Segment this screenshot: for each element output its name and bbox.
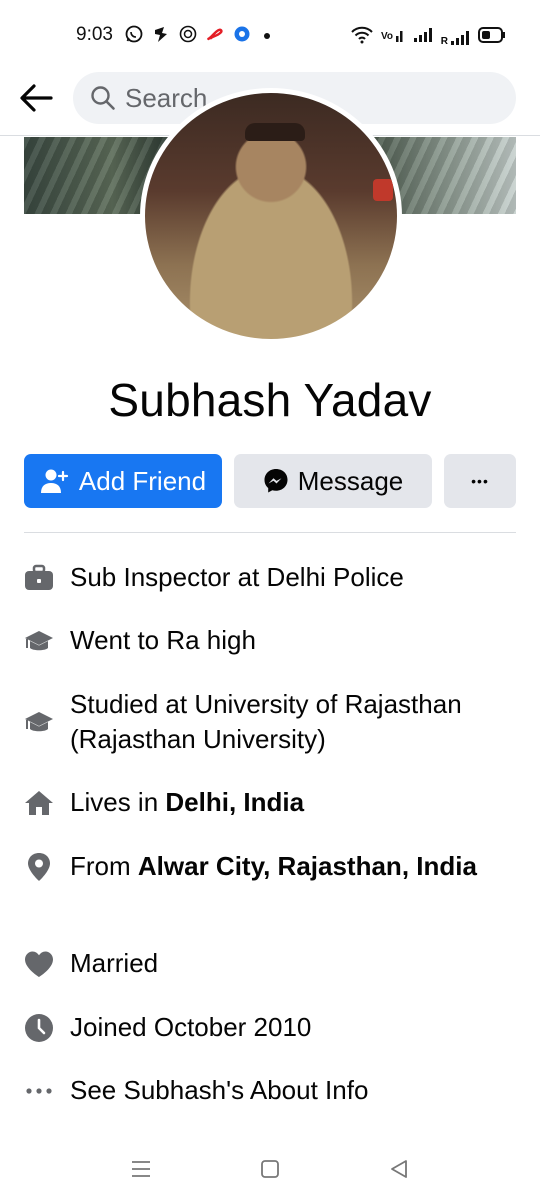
heart-icon: [24, 949, 54, 979]
message-button[interactable]: Message: [234, 454, 432, 508]
profile-picture[interactable]: [140, 88, 402, 344]
more-options-button[interactable]: •••: [444, 454, 516, 508]
info-high-school-text: Went to Ra high: [70, 625, 256, 655]
svg-text:Vo: Vo: [381, 31, 393, 42]
menu-lines-icon: [132, 1161, 150, 1177]
info-from-text: From Alwar City, Rajasthan, India: [70, 849, 480, 884]
system-back-button[interactable]: [384, 1154, 414, 1184]
info-lives-text: Lives in Delhi, India: [70, 785, 304, 820]
whatsapp-icon: [125, 25, 143, 43]
info-relationship: Married: [24, 946, 516, 981]
clock-icon: [24, 1013, 54, 1043]
more-notifications-dot: [264, 33, 270, 39]
see-about-info-text: See Subhash's About Info: [70, 1075, 369, 1105]
wifi-icon: [351, 26, 373, 49]
volte-signal-icon: Vo: [381, 26, 405, 49]
location-pin-icon: [24, 852, 54, 882]
back-button[interactable]: [16, 80, 56, 116]
status-bar: 9:03 Vo R: [0, 0, 540, 70]
info-college: Studied at University of Rajasthan (Raja…: [24, 687, 516, 757]
home-button[interactable]: [255, 1154, 285, 1184]
more-options-icon: •••: [471, 473, 489, 489]
profile-name: Subhash Yadav: [108, 374, 432, 426]
from-place[interactable]: Alwar City, Rajasthan, India: [138, 851, 477, 881]
info-relationship-text: Married: [70, 948, 159, 978]
system-nav-bar: [0, 1140, 540, 1200]
roaming-label: R: [440, 35, 448, 47]
triangle-back-icon: [391, 1160, 407, 1178]
info-joined: Joined October 2010: [24, 1010, 516, 1045]
back-arrow-icon: [20, 84, 53, 112]
square-icon: [261, 1160, 279, 1178]
info-from: From Alwar City, Rajasthan, India: [24, 849, 516, 884]
lives-place[interactable]: Delhi, India: [165, 787, 304, 817]
roaming-signal-icon: R: [441, 29, 470, 47]
hike-icon: [152, 25, 170, 43]
status-notification-icons: [125, 25, 251, 43]
status-time: 9:03: [76, 24, 113, 45]
more-dots-icon: [24, 1076, 54, 1106]
info-college-text: Studied at University of Rajasthan (Raja…: [70, 689, 462, 754]
cash-app-icon: [179, 25, 197, 43]
airtel-icon: [206, 25, 224, 43]
messenger-icon: [264, 469, 288, 493]
home-icon: [24, 788, 54, 818]
search-icon: [90, 85, 116, 111]
recent-apps-button[interactable]: [126, 1154, 156, 1184]
see-about-info-link[interactable]: See Subhash's About Info: [24, 1073, 516, 1108]
signal-icon: [413, 26, 433, 49]
from-prefix: From: [70, 851, 138, 881]
add-friend-icon: [40, 469, 69, 493]
info-work-text: Sub Inspector at Delhi Police: [70, 562, 404, 592]
notification-app-icon: [233, 25, 251, 43]
info-joined-text: Joined October 2010: [70, 1012, 312, 1042]
battery-icon: [478, 26, 506, 49]
lives-prefix: Lives in: [70, 787, 166, 817]
section-divider: [24, 532, 516, 533]
info-work: Sub Inspector at Delhi Police: [24, 560, 516, 595]
graduation-cap-icon: [24, 626, 54, 656]
status-system-icons: Vo R: [351, 26, 506, 49]
info-high-school: Went to Ra high: [24, 623, 516, 658]
briefcase-icon: [24, 563, 54, 593]
graduation-cap-icon: [24, 707, 54, 737]
info-lives: Lives in Delhi, India: [24, 785, 516, 820]
add-friend-label: Add Friend: [78, 465, 207, 496]
message-label: Message: [297, 465, 404, 496]
add-friend-button[interactable]: Add Friend: [24, 454, 222, 508]
